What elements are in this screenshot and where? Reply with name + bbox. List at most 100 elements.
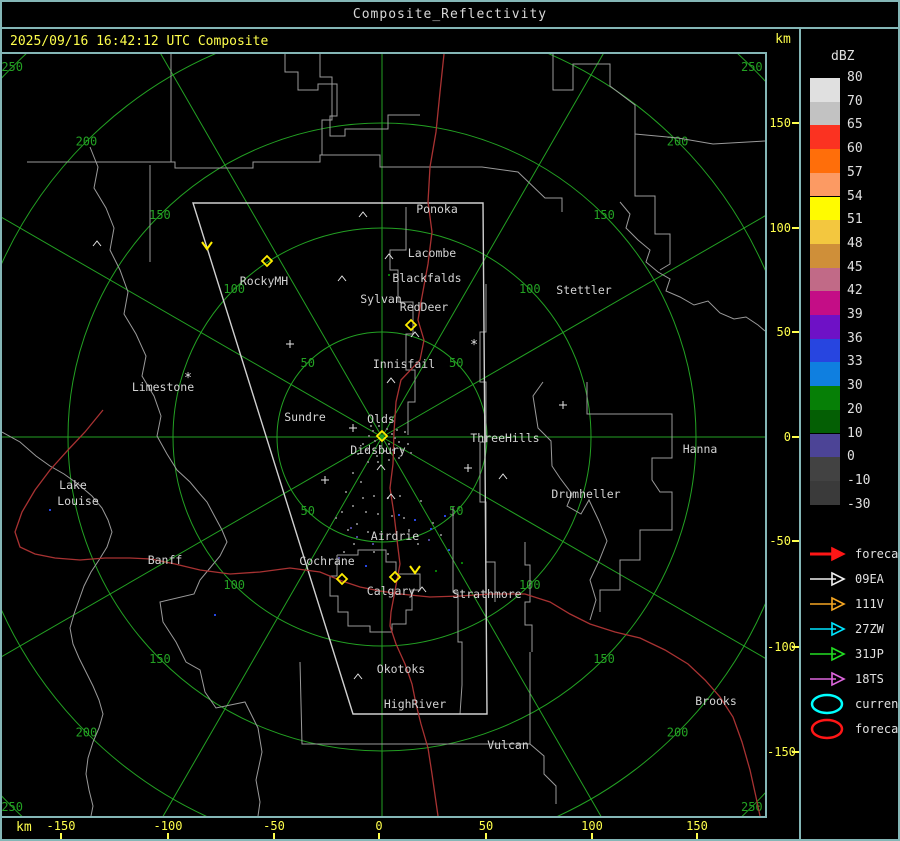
dbz-swatch: [810, 457, 840, 481]
city-label: Drumheller: [551, 487, 620, 501]
caret-marker-icon: [387, 378, 395, 383]
dbz-swatch: [810, 268, 840, 292]
dbz-swatch: [810, 410, 840, 434]
city-label: Banff: [148, 553, 183, 567]
city-label: Innisfail: [373, 357, 435, 371]
legend-label: 31JP: [855, 647, 884, 661]
city-label: Lake: [59, 478, 87, 492]
right-axis-tick-label: 0: [767, 429, 791, 445]
dbz-value-label: -30: [847, 497, 887, 513]
bottom-axis-tick-label: -50: [250, 819, 298, 833]
bottom-axis-tick: [485, 833, 487, 839]
dbz-value-label: 70: [847, 94, 887, 110]
dbz-value-label: 0: [847, 449, 887, 465]
track-arrow-icon: [808, 617, 848, 641]
dbz-swatch: [810, 220, 840, 244]
dbz-swatch: [810, 149, 840, 173]
dbz-swatch: [810, 78, 840, 102]
city-label: Limestone: [132, 380, 194, 394]
legend-item-111V: 111V: [808, 592, 884, 616]
dbz-value-label: 60: [847, 141, 887, 157]
dbz-value-label: 42: [847, 283, 887, 299]
bottom-axis-tick-label: 150: [673, 819, 721, 833]
dbz-swatch: [810, 386, 840, 410]
plus-marker-icon: [321, 476, 329, 484]
caret-marker-icon: [377, 465, 385, 470]
dbz-value-label: 51: [847, 212, 887, 228]
city-label: ThreeHills: [470, 431, 539, 445]
city-label: Vulcan: [487, 738, 529, 752]
bottom-axis-tick: [60, 833, 62, 839]
dbz-value-label: -10: [847, 473, 887, 489]
dbz-swatch: [810, 481, 840, 505]
radar-app-window: Composite_Reflectivity 2025/09/16 16:42:…: [0, 0, 900, 841]
plus-marker-icon: [349, 424, 357, 432]
ring-label: 50: [449, 504, 463, 518]
right-axis-tick-label: -50: [767, 533, 791, 549]
city-label: Brooks: [695, 694, 737, 708]
bottom-axis-tick: [591, 833, 593, 839]
map-area[interactable]: 5050505010010010010015015015015020020020…: [2, 52, 767, 818]
plus-marker-icon: [559, 401, 567, 409]
ring-label: 250: [2, 60, 23, 74]
track-arrow-icon: [808, 567, 848, 591]
bottom-axis-tick-label: 100: [568, 819, 616, 833]
bottom-axis-tick: [378, 833, 380, 839]
radar-map[interactable]: 5050505010010010010015015015015020020020…: [2, 54, 765, 816]
caret-marker-icon: [385, 254, 393, 259]
dbz-swatch: [810, 173, 840, 197]
storm-ellipse-icon: [808, 692, 848, 716]
right-axis-tick-label: 150: [767, 115, 791, 131]
asterisk-marker-icon: *: [470, 338, 478, 353]
ring-label: 200: [667, 726, 689, 740]
bottom-axis-tick-label: -150: [37, 819, 85, 833]
legend-item-forecast: forecast: [808, 542, 900, 566]
ring-label: 100: [223, 578, 245, 592]
ring-label: 150: [149, 208, 171, 222]
city-label: Okotoks: [377, 662, 425, 676]
ring-label: 150: [593, 652, 615, 666]
city-label: Hanna: [683, 442, 718, 456]
ring-label: 50: [301, 504, 315, 518]
bottom-axis-tick-label: 0: [355, 819, 403, 833]
city-label: Didsbury: [350, 443, 405, 457]
ring-label: 200: [76, 134, 98, 148]
dbz-swatch: [810, 291, 840, 315]
legend-item-31JP: 31JP: [808, 642, 884, 666]
legend-label: 111V: [855, 597, 884, 611]
dbz-value-label: 30: [847, 378, 887, 394]
dbz-swatch: [810, 434, 840, 458]
dbz-value-label: 57: [847, 165, 887, 181]
ring-label: 150: [593, 208, 615, 222]
city-labels: PonokaLacombeBlackfaldsSylvanRedDeerStet…: [57, 202, 737, 752]
dbz-swatch: [810, 315, 840, 339]
legend-item-current: current: [808, 692, 900, 716]
bottom-axis-tick-label: 50: [462, 819, 510, 833]
track-arrow-icon: [808, 542, 848, 566]
dbz-value-label: 80: [847, 70, 887, 86]
dbz-value-label: 33: [847, 354, 887, 370]
window-title: Composite_Reflectivity: [2, 2, 898, 29]
ring-label: 150: [149, 652, 171, 666]
right-axis-tick-label: 50: [767, 324, 791, 340]
bottom-axis-tick: [696, 833, 698, 839]
city-label: HighRiver: [384, 697, 446, 711]
track-arrowhead-icon: [410, 566, 420, 573]
dbz-value-label: 48: [847, 236, 887, 252]
dbz-swatch: [810, 197, 840, 221]
dbz-swatch: [810, 339, 840, 363]
legend-label: forecast: [855, 722, 900, 736]
bottom-axis-tick: [273, 833, 275, 839]
plus-marker-icon: [464, 464, 472, 472]
city-label: RedDeer: [400, 300, 449, 314]
map-markers: **: [93, 212, 567, 679]
city-label: RockyMH: [240, 274, 289, 288]
track-arrow-icon: [808, 667, 848, 691]
city-label: Stettler: [556, 283, 611, 297]
storm-cell-diamond-icon: [406, 320, 416, 330]
dbz-value-label: 10: [847, 426, 887, 442]
storm-ellipse-icon: [808, 717, 848, 741]
right-axis: 150100500-50-100-150: [767, 54, 799, 816]
bottom-axis: km -150-100-50050100150: [2, 816, 799, 841]
city-label: Ponoka: [416, 202, 458, 216]
